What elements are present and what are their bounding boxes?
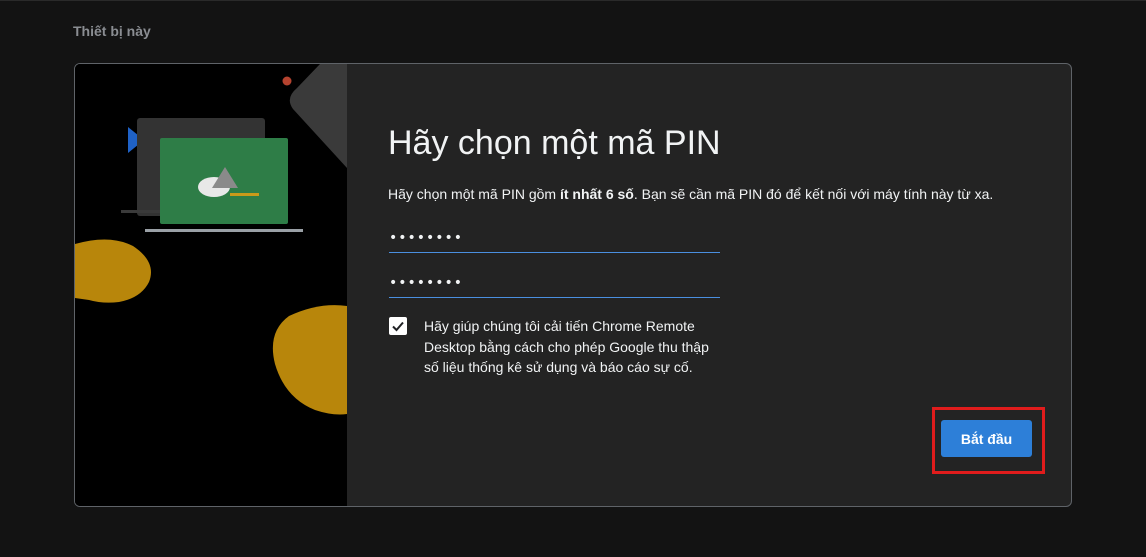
section-title: Thiết bị này [73,23,151,39]
consent-checkbox[interactable] [389,317,407,335]
consent-label: Hãy giúp chúng tôi cải tiến Chrome Remot… [424,318,709,375]
remote-desktop-illustration [75,64,347,506]
pin-confirm-input[interactable] [389,272,720,298]
description-prefix: Hãy chọn một mã PIN gồm [388,186,560,202]
pin-setup-card: Hãy chọn một mã PIN Hãy chọn một mã PIN … [74,63,1072,507]
checkmark-icon [392,321,404,332]
description-bold: ít nhất 6 số [559,186,634,202]
page: Thiết bị này Hãy chọn một mã PIN Hãy chọ… [0,0,1146,557]
dialog-description: Hãy chọn một mã PIN gồm ít nhất 6 số. Bạ… [388,186,993,202]
start-button[interactable]: Bắt đầu [941,420,1032,457]
dialog-heading: Hãy chọn một mã PIN [388,124,721,162]
description-suffix: . Bạn sẽ cần mã PIN đó để kết nối với má… [633,186,994,202]
pin-input[interactable] [389,227,720,253]
